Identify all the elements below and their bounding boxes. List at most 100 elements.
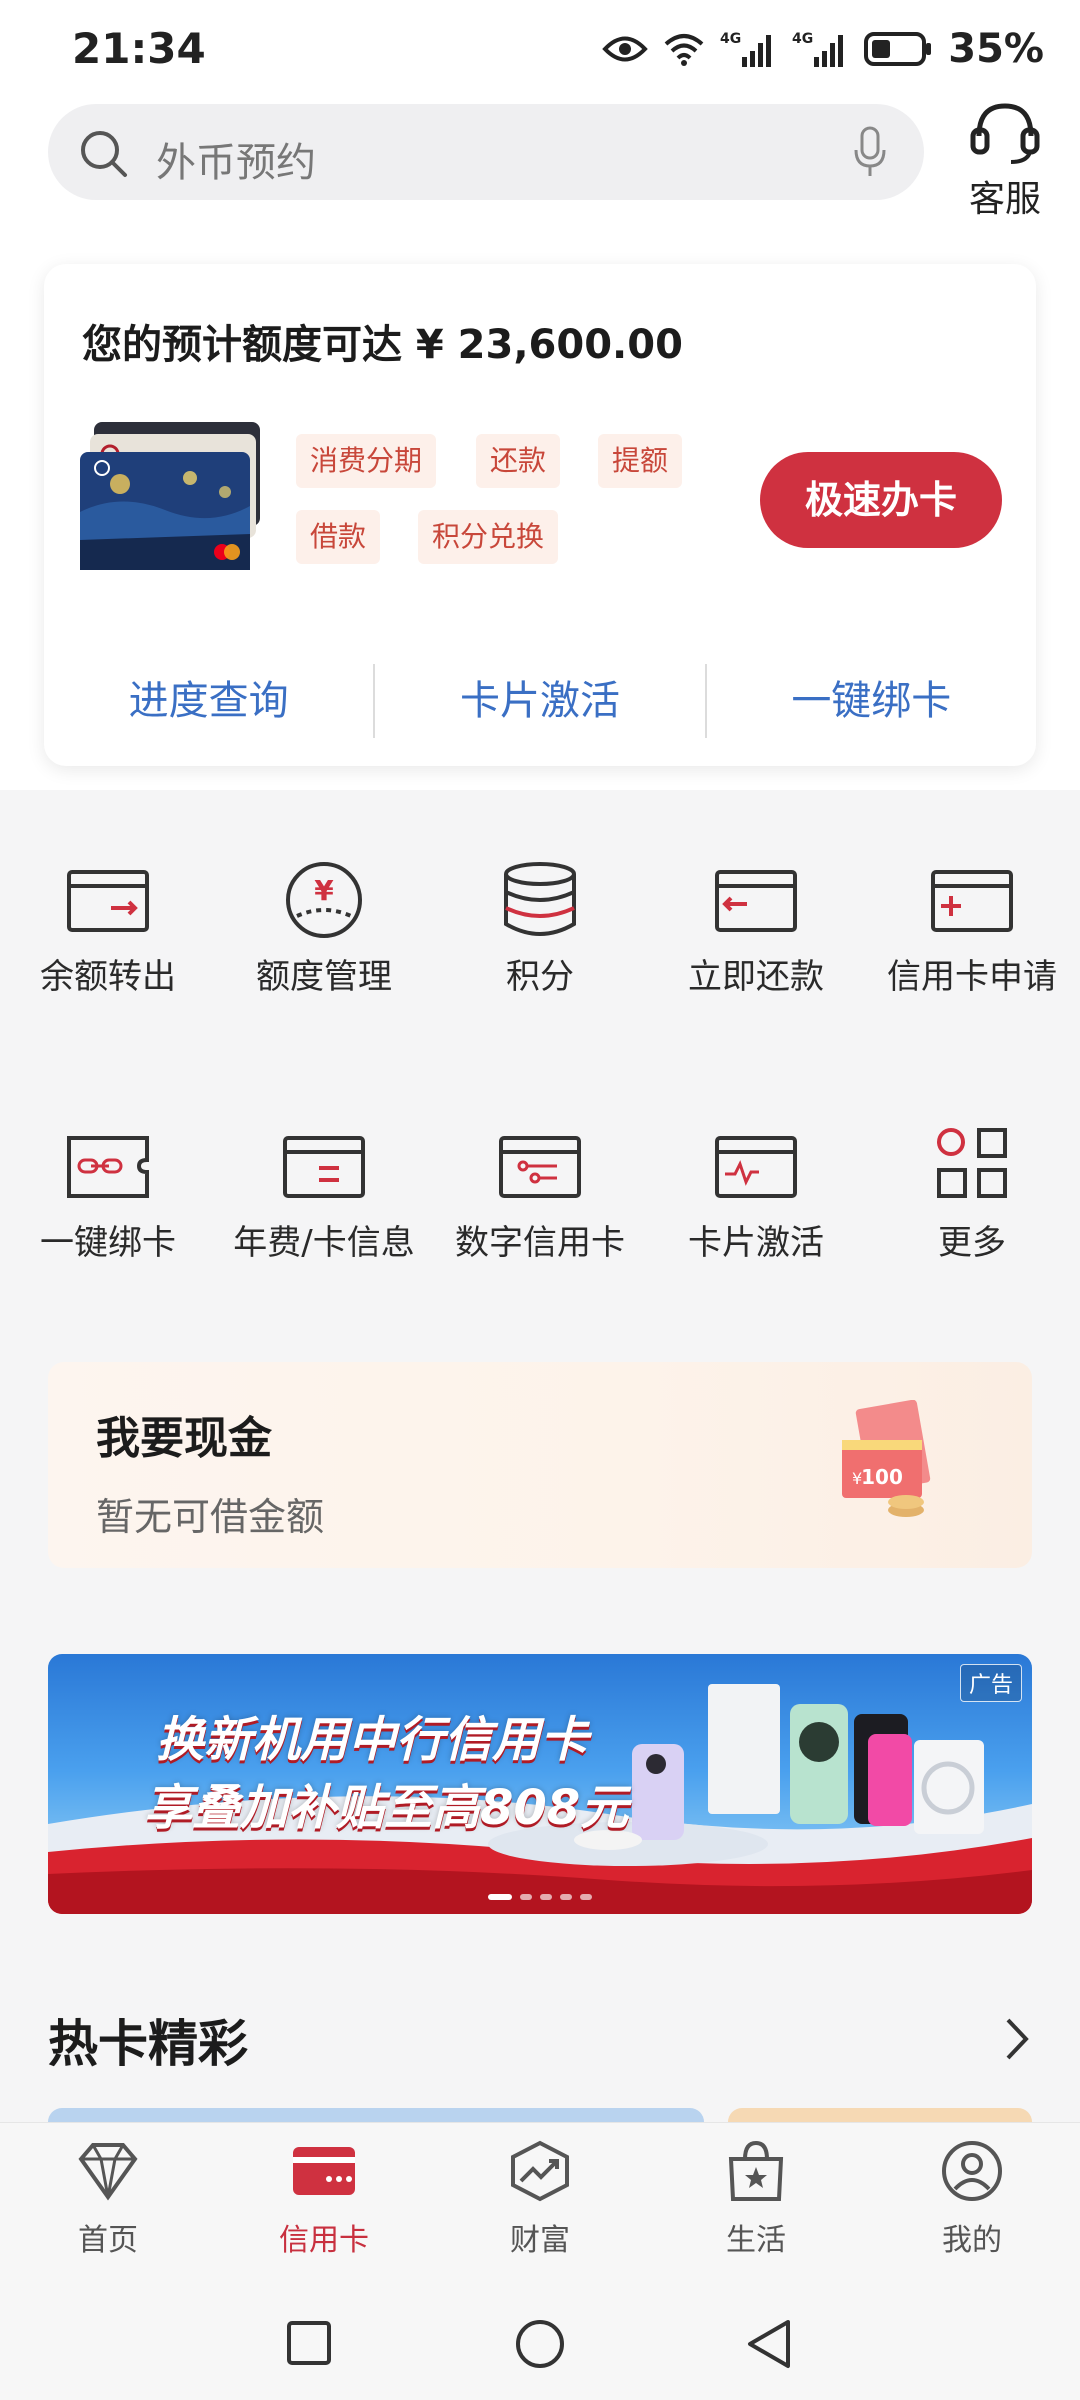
credit-card-icon xyxy=(293,2147,355,2195)
credit-limit-card: 您的预计额度可达 ¥ 23,600.00 消费分期 还款 提额 借款 积分兑换 … xyxy=(44,264,1036,766)
tab-life[interactable]: 生活 xyxy=(648,2139,864,2259)
grid-label: 一键绑卡 xyxy=(40,1223,176,1263)
svg-text:4G: 4G xyxy=(720,31,741,47)
signal-icon-2: 4G xyxy=(792,31,844,67)
grid-label: 信用卡申请 xyxy=(887,957,1057,997)
grid-item-repay-now[interactable]: 立即还款 xyxy=(648,860,864,1000)
tag-raise-limit[interactable]: 提额 xyxy=(598,434,683,488)
grid-item-points[interactable]: 积分 xyxy=(432,860,648,1000)
grid-item-digital-card[interactable]: 数字信用卡 xyxy=(432,1126,648,1266)
headset-icon xyxy=(970,103,1040,164)
status-icons: 4G 4G 35% xyxy=(602,26,1044,72)
grid-item-bind-card[interactable]: 一键绑卡 xyxy=(0,1126,216,1266)
grid-label: 更多 xyxy=(938,1223,1006,1263)
cash-loan-card[interactable]: 我要现金 暂无可借金额 100 ¥ xyxy=(48,1362,1032,1568)
search-input[interactable]: 外币预约 xyxy=(48,104,924,200)
search-row: 外币预约 客服 xyxy=(0,100,1080,230)
trend-icon xyxy=(511,2140,569,2202)
promo-banner[interactable]: 广告 换新机用中行信用卡 享叠加补贴至高808元 xyxy=(48,1654,1032,1914)
pagination-dot xyxy=(520,1894,532,1900)
search-placeholder: 外币预约 xyxy=(156,140,316,186)
cash-bundle-icon: 100 ¥ xyxy=(842,1400,931,1517)
cash-title: 我要现金 xyxy=(96,1413,272,1464)
home-icon[interactable] xyxy=(514,2318,566,2370)
coins-stack-icon xyxy=(504,862,576,936)
apply-card-button[interactable]: 极速办卡 xyxy=(760,452,1002,548)
grid-label: 年费/卡信息 xyxy=(233,1223,415,1263)
status-time: 21:34 xyxy=(72,24,206,73)
status-bar: 21:34 4G 4G 35% xyxy=(0,0,1080,100)
activate-card-icon xyxy=(715,1136,797,1198)
add-card-icon xyxy=(931,870,1013,932)
grid-label: 积分 xyxy=(506,957,574,997)
grid-label: 余额转出 xyxy=(40,957,176,997)
tab-mine[interactable]: 我的 xyxy=(864,2139,1080,2259)
banner-subheadline: 享叠加补贴至高808元 xyxy=(144,1780,629,1836)
tab-label: 我的 xyxy=(942,2223,1002,2258)
hot-cards-title: 热卡精彩 xyxy=(48,2015,248,2073)
credit-quick-links: 进度查询 卡片激活 一键绑卡 xyxy=(44,664,1036,738)
tag-points-exchange[interactable]: 积分兑换 xyxy=(418,510,559,564)
link-card-icon xyxy=(67,1136,149,1198)
microphone-icon[interactable] xyxy=(852,126,888,178)
tab-wealth[interactable]: 财富 xyxy=(432,2139,648,2259)
tag-installment[interactable]: 消费分期 xyxy=(296,434,437,488)
customer-service-label: 客服 xyxy=(968,179,1041,220)
battery-icon xyxy=(864,32,932,66)
credit-limit-title: 您的预计额度可达 ¥ 23,600.00 xyxy=(82,322,683,368)
grid-label: 额度管理 xyxy=(256,957,392,997)
tab-label: 首页 xyxy=(78,2223,138,2258)
tab-home[interactable]: 首页 xyxy=(0,2139,216,2259)
signal-icon-1: 4G xyxy=(720,31,772,67)
tag-borrow[interactable]: 借款 xyxy=(296,510,381,564)
banner-pagination xyxy=(488,1894,592,1900)
limit-gauge-icon: ¥ xyxy=(286,862,362,938)
grid-item-balance-transfer[interactable]: 余额转出 xyxy=(0,860,216,1000)
svg-text:¥: ¥ xyxy=(314,874,334,907)
shopping-bag-icon xyxy=(728,2140,784,2201)
grid-label: 数字信用卡 xyxy=(455,1223,625,1263)
grid-item-more[interactable]: 更多 xyxy=(864,1126,1080,1266)
cash-subtitle: 暂无可借金额 xyxy=(96,1495,325,1539)
credit-card-image xyxy=(80,422,260,570)
system-nav-bar xyxy=(0,2284,1080,2400)
grid-item-card-activation[interactable]: 卡片激活 xyxy=(648,1126,864,1266)
search-icon xyxy=(81,131,127,177)
svg-text:¥: ¥ xyxy=(852,1469,862,1488)
grid-item-card-application[interactable]: 信用卡申请 xyxy=(864,860,1080,1000)
svg-text:4G: 4G xyxy=(792,31,813,47)
chevron-right-icon[interactable] xyxy=(1002,2016,1032,2062)
grid-label: 卡片激活 xyxy=(688,1223,824,1263)
bind-card-link[interactable]: 一键绑卡 xyxy=(707,664,1036,738)
tab-label: 生活 xyxy=(726,2223,786,2258)
user-profile-icon xyxy=(942,2141,1002,2201)
back-icon[interactable] xyxy=(744,2318,794,2370)
balance-transfer-icon xyxy=(67,870,149,932)
more-grid-icon xyxy=(937,1128,1007,1198)
tab-label: 信用卡 xyxy=(279,2223,369,2258)
svg-text:100: 100 xyxy=(861,1465,903,1489)
grid-item-limit-management[interactable]: ¥ 额度管理 xyxy=(216,860,432,1000)
progress-query-link[interactable]: 进度查询 xyxy=(44,664,373,738)
grid-label: 立即还款 xyxy=(688,957,824,997)
diamond-icon xyxy=(78,2143,138,2201)
digital-card-icon xyxy=(499,1136,581,1198)
card-activation-link[interactable]: 卡片激活 xyxy=(375,664,704,738)
battery-percent: 35% xyxy=(948,26,1044,72)
customer-service-button[interactable]: 客服 xyxy=(960,100,1050,220)
recent-apps-icon[interactable] xyxy=(284,2318,334,2368)
pagination-dot xyxy=(580,1894,592,1900)
tag-repay[interactable]: 还款 xyxy=(476,434,561,488)
pagination-dot xyxy=(488,1894,512,1900)
banner-headline: 换新机用中行信用卡 xyxy=(156,1712,589,1768)
grid-item-annual-fee-info[interactable]: 年费/卡信息 xyxy=(216,1126,432,1266)
card-info-icon xyxy=(283,1136,365,1198)
tab-credit-card[interactable]: 信用卡 xyxy=(216,2139,432,2259)
tab-label: 财富 xyxy=(510,2223,570,2258)
eye-icon xyxy=(602,36,649,62)
pagination-dot xyxy=(540,1894,552,1900)
pagination-dot xyxy=(560,1894,572,1900)
ad-tag: 广告 xyxy=(959,1664,1022,1702)
bottom-tab-bar: 首页 信用卡 财富 生活 我的 xyxy=(0,2122,1080,2284)
wifi-icon xyxy=(664,34,704,66)
